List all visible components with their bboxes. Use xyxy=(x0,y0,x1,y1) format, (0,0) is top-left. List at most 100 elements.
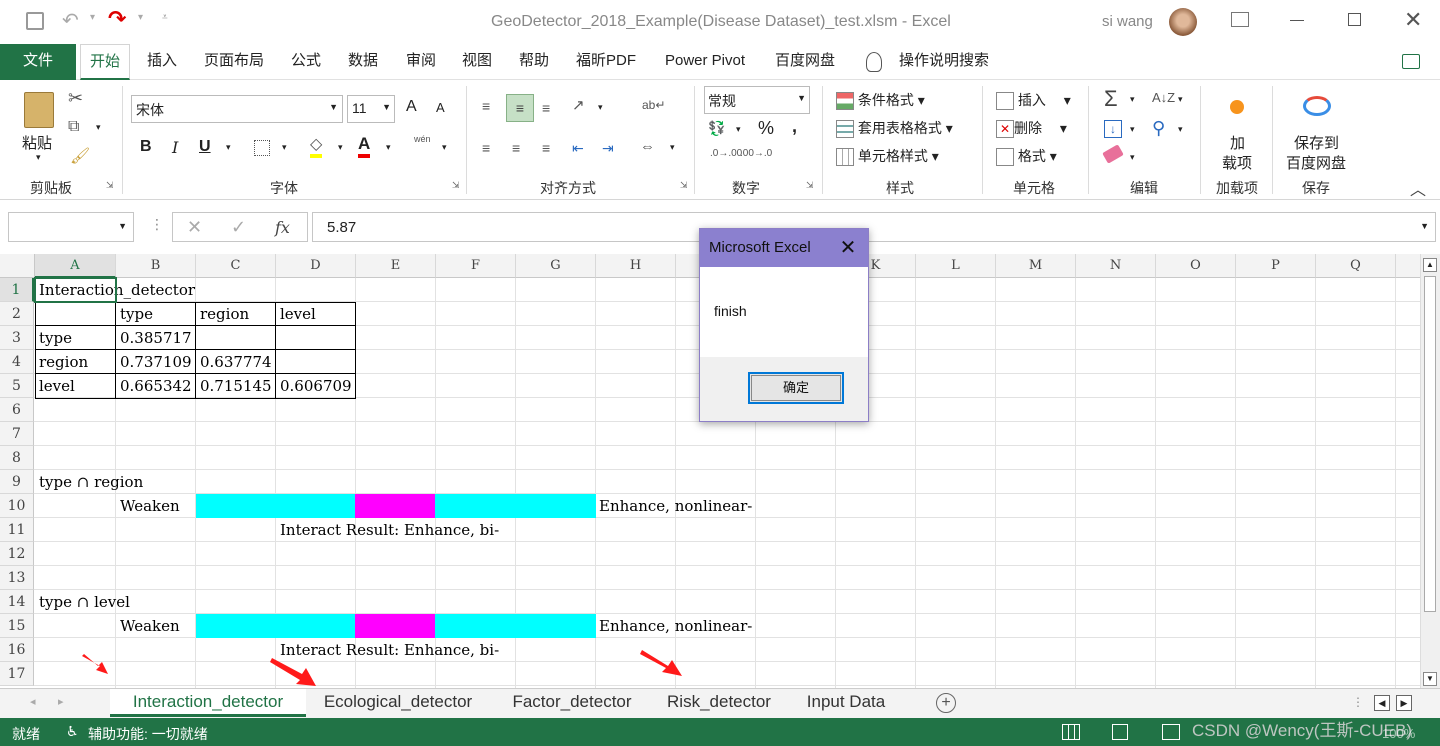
comma-button[interactable]: , xyxy=(792,116,797,137)
tab-formulas[interactable]: 公式 xyxy=(282,44,330,80)
bold-button[interactable]: B xyxy=(140,138,152,156)
add-sheet-icon[interactable]: + xyxy=(936,693,956,713)
copy-dropdown-icon[interactable]: ▾ xyxy=(96,122,101,133)
clear-dropdown-icon[interactable]: ▾ xyxy=(1130,152,1135,163)
tab-foxit-pdf[interactable]: 福昕PDF xyxy=(568,44,644,80)
save-to-baidu-bottom[interactable]: 百度网盘 xyxy=(1286,152,1346,173)
tab-page-layout[interactable]: 页面布局 xyxy=(194,44,274,80)
fill-dropdown-icon[interactable]: ▾ xyxy=(1130,124,1135,135)
font-color-icon[interactable]: A xyxy=(358,134,371,158)
currency-icon[interactable]: 💱 xyxy=(708,120,725,137)
sheet-tab-factor-detector[interactable]: Factor_detector xyxy=(498,689,646,717)
clear-icon[interactable] xyxy=(1102,144,1124,164)
align-right-icon[interactable]: ≡ xyxy=(542,140,550,156)
addin-button-bottom[interactable]: 载项 xyxy=(1222,152,1252,173)
phonetic-icon[interactable]: wén xyxy=(414,134,431,144)
increase-decimal-icon[interactable]: .0→.00 xyxy=(710,148,742,159)
formula-bar-handle-icon[interactable]: ⋮ xyxy=(150,216,164,233)
collapse-ribbon-icon[interactable]: ︿ xyxy=(1410,176,1426,200)
fill-color-icon[interactable]: ◇ xyxy=(310,136,323,158)
save-icon[interactable] xyxy=(26,12,44,30)
cell-styles-button[interactable]: 单元格样式 ▾ xyxy=(836,146,939,167)
zoom-level[interactable]: 100% xyxy=(1382,726,1415,741)
orientation-dropdown-icon[interactable]: ▾ xyxy=(598,102,603,113)
find-select-icon[interactable]: ⚲ xyxy=(1152,118,1165,139)
scroll-up-icon[interactable]: ▲ xyxy=(1423,258,1437,272)
alignment-launcher-icon[interactable]: ⇲ xyxy=(680,180,688,191)
underline-button[interactable]: U xyxy=(199,138,211,156)
sort-dropdown-icon[interactable]: ▾ xyxy=(1178,94,1183,105)
phonetic-dropdown-icon[interactable]: ▾ xyxy=(442,142,447,153)
font-size-select[interactable]: 11 ▼ xyxy=(347,95,395,123)
ok-button[interactable]: 确定 xyxy=(748,372,844,404)
addin-icon[interactable] xyxy=(1230,100,1244,114)
format-as-table-button[interactable]: 套用表格格式 ▾ xyxy=(836,118,953,139)
borders-icon[interactable] xyxy=(254,140,270,156)
paste-dropdown-icon[interactable]: ▾ xyxy=(36,152,41,163)
sheet-tab-risk-detector[interactable]: Risk_detector xyxy=(656,689,782,717)
page-break-view-icon[interactable] xyxy=(1162,724,1180,740)
tab-home[interactable]: 开始 xyxy=(80,44,130,80)
align-bottom-icon[interactable]: ≡ xyxy=(542,100,550,116)
font-color-dropdown-icon[interactable]: ▾ xyxy=(386,142,391,153)
tab-data[interactable]: 数据 xyxy=(338,44,388,80)
format-painter-icon[interactable]: 🖌 xyxy=(70,146,90,166)
sheet-tab-interaction-detector[interactable]: Interaction_detector xyxy=(110,689,306,717)
insert-function-button[interactable]: fx xyxy=(275,218,290,237)
split-handle-icon[interactable]: ⋮ xyxy=(1352,695,1364,709)
tab-insert[interactable]: 插入 xyxy=(136,44,188,80)
merge-center-icon[interactable]: ⇔ xyxy=(640,138,655,155)
normal-view-icon[interactable] xyxy=(1062,724,1080,740)
paste-icon[interactable] xyxy=(24,92,54,128)
insert-cells-button[interactable]: 插入 ▾ xyxy=(996,90,1071,111)
delete-cells-button[interactable]: ✕ 删除 ▾ xyxy=(996,118,1067,139)
sheet-next-icon[interactable]: ▸ xyxy=(58,695,64,708)
italic-button[interactable]: I xyxy=(172,138,178,157)
save-to-baidu-top[interactable]: 保存到 xyxy=(1294,132,1339,153)
dialog-close-icon[interactable]: ✕ xyxy=(836,229,860,267)
clipboard-launcher-icon[interactable]: ⇲ xyxy=(106,180,114,191)
percent-button[interactable]: % xyxy=(758,118,774,139)
sort-filter-icon[interactable]: A↓Z xyxy=(1152,90,1175,105)
currency-dropdown-icon[interactable]: ▾ xyxy=(736,124,741,135)
customize-qat-icon[interactable]: ⩡ xyxy=(162,12,168,23)
name-box[interactable]: ▼ xyxy=(8,212,134,242)
tab-help[interactable]: 帮助 xyxy=(510,44,558,80)
align-top-icon[interactable]: ≡ xyxy=(482,98,490,114)
sheet-tab-ecological-detector[interactable]: Ecological_detector xyxy=(310,689,486,717)
redo-dropdown-icon[interactable]: ▾ xyxy=(138,12,143,23)
autosum-dropdown-icon[interactable]: ▾ xyxy=(1130,94,1135,105)
fill-icon[interactable]: ↓ xyxy=(1104,120,1122,138)
undo-dropdown-icon[interactable]: ▾ xyxy=(90,12,95,23)
baidu-netdisk-icon[interactable] xyxy=(1303,96,1331,116)
increase-indent-icon[interactable]: ⇥ xyxy=(602,140,614,157)
increase-font-button[interactable]: A xyxy=(406,98,417,116)
cancel-icon[interactable]: ✕ xyxy=(187,217,202,238)
autosum-icon[interactable]: Σ xyxy=(1104,86,1118,112)
scroll-thumb[interactable] xyxy=(1424,276,1436,612)
close-icon[interactable]: ✕ xyxy=(1404,7,1422,33)
hscroll-right-icon[interactable]: ▶ xyxy=(1396,695,1412,711)
hscroll-left-icon[interactable]: ◀ xyxy=(1374,695,1390,711)
format-cells-button[interactable]: 格式 ▾ xyxy=(996,146,1057,167)
number-format-select[interactable]: 常规 ▼ xyxy=(704,86,810,114)
copy-icon[interactable]: ⧉ xyxy=(68,118,79,136)
vertical-scrollbar[interactable]: ▲ ▼ xyxy=(1420,254,1440,688)
find-dropdown-icon[interactable]: ▾ xyxy=(1178,124,1183,135)
fill-color-dropdown-icon[interactable]: ▾ xyxy=(338,142,343,153)
comments-icon[interactable] xyxy=(1402,54,1420,69)
wrap-text-icon[interactable]: ab↵ xyxy=(642,98,665,112)
orientation-icon[interactable]: ↗ xyxy=(572,96,585,114)
formula-input[interactable]: 5.87 ▼ xyxy=(312,212,1436,242)
addin-button-top[interactable]: 加 xyxy=(1230,132,1245,153)
user-name[interactable]: si wang xyxy=(1102,13,1153,30)
redo-icon[interactable]: ↷ xyxy=(108,6,126,32)
maximize-icon[interactable] xyxy=(1348,13,1361,26)
underline-dropdown-icon[interactable]: ▾ xyxy=(226,142,231,153)
align-middle-icon[interactable]: ≡ xyxy=(506,94,534,122)
sheet-tab-input-data[interactable]: Input Data xyxy=(792,689,900,717)
expand-formula-icon[interactable]: ▼ xyxy=(1420,221,1429,231)
undo-icon[interactable]: ↶ xyxy=(62,8,79,33)
tell-me-search[interactable]: 操作说明搜索 xyxy=(894,44,994,80)
accessibility-status[interactable]: 辅助功能: 一切就绪 xyxy=(88,724,208,744)
